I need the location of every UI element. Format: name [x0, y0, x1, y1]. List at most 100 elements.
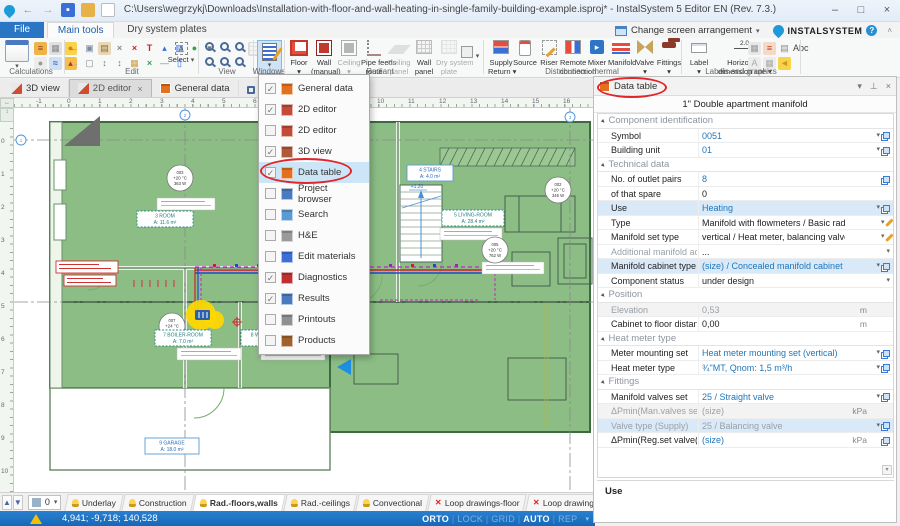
property-row-manifold-set-type[interactable]: Manifold set typevertical / Heat meter, …	[598, 230, 893, 245]
apply-to-many-icon[interactable]	[883, 263, 890, 270]
property-row-elevation[interactable]: Elevation0,53m	[598, 303, 893, 318]
property-value[interactable]: 01	[702, 143, 845, 157]
dropdown-caret-icon[interactable]: ▾	[876, 129, 880, 143]
property-row-additional-manifold-accessori[interactable]: Additional manifold accessori...▾	[598, 245, 893, 260]
property-row-manifold-cabinet-type[interactable]: Manifold cabinet type(size) / Concealed …	[598, 259, 893, 274]
edit-pencil-icon[interactable]	[885, 233, 893, 241]
property-value[interactable]: 0,53	[702, 303, 845, 317]
dropdown-caret-icon[interactable]: ▾	[876, 143, 880, 157]
property-row-valve-type-supply-[interactable]: Valve type (Supply)25 / Balancing valve▾	[598, 419, 893, 434]
checkbox-unchecked[interactable]	[265, 209, 276, 220]
checkbox-checked[interactable]: ✓	[265, 167, 276, 178]
apply-to-many-icon[interactable]	[883, 393, 890, 400]
dropdown-caret-icon[interactable]: ▾	[876, 361, 880, 375]
clone-icon[interactable]: ▢	[83, 57, 96, 70]
dropdown-caret-icon[interactable]: ▾	[881, 216, 885, 230]
menu-item-2d-editor[interactable]: ✓2D editor	[259, 99, 369, 120]
dropdown-caret-icon[interactable]: ▾	[881, 230, 885, 244]
apply-to-many-icon[interactable]	[883, 350, 890, 357]
text-block-icon[interactable]: ▤	[778, 42, 791, 55]
property-row-meter-mounting-set[interactable]: Meter mounting setHeat meter mounting se…	[598, 346, 893, 361]
checkbox-checked[interactable]: ✓	[265, 146, 276, 157]
radiant-more-button[interactable]: ▾	[461, 46, 479, 61]
layer-tab-convectional[interactable]: Convectional	[355, 494, 430, 511]
tab-file[interactable]: File	[0, 22, 44, 38]
checkbox-unchecked[interactable]	[265, 314, 276, 325]
checkbox-checked[interactable]: ✓	[265, 104, 276, 115]
distribution-valve-button[interactable]: Valve▾	[632, 40, 658, 76]
edit-pencil-icon[interactable]	[885, 218, 893, 226]
apply-to-many-icon[interactable]	[883, 364, 890, 371]
calculations-button[interactable]: ▾	[5, 40, 29, 70]
toggle-grid[interactable]: GRID	[491, 514, 515, 524]
legend-icon[interactable]: ≡	[763, 42, 776, 55]
toggle-lock[interactable]: LOCK	[457, 514, 483, 524]
checkbox-checked[interactable]: ✓	[265, 293, 276, 304]
collapse-ribbon-icon[interactable]: ˄	[887, 26, 892, 35]
property-value[interactable]: Heating	[702, 201, 845, 215]
close-tab-icon[interactable]: ×	[137, 84, 142, 94]
property-value[interactable]: ...	[702, 245, 845, 259]
cut-icon[interactable]: ×	[113, 42, 126, 55]
property-value[interactable]: Heat meter mounting set (vertical)	[702, 346, 845, 360]
paste-icon[interactable]: ▤	[98, 42, 111, 55]
property-value[interactable]: 0,00	[702, 317, 845, 331]
dropdown-caret-icon[interactable]: ▾	[876, 259, 880, 273]
property-value[interactable]: 0	[702, 187, 845, 201]
apply-to-many-icon[interactable]	[883, 132, 890, 139]
help-icon[interactable]: ?	[866, 25, 877, 36]
remove-aux-icon[interactable]: ×	[143, 57, 156, 70]
checkbox-unchecked[interactable]	[265, 230, 276, 241]
property-row-cabinet-to-floor-distance[interactable]: Cabinet to floor distance0,00m	[598, 317, 893, 332]
menu-item-results[interactable]: ✓Results	[259, 288, 369, 309]
property-value[interactable]: under design	[702, 274, 845, 288]
distribution-fittings-button[interactable]: Fittings▾	[656, 40, 682, 76]
select-button[interactable]: A Select ▾	[166, 40, 196, 74]
property-value[interactable]: 25 / Straight valve	[702, 390, 845, 404]
dropdown-caret-icon[interactable]: ▾	[876, 201, 880, 215]
section-technical-data[interactable]: ▸Technical data	[598, 158, 893, 173]
image-icon[interactable]: ▦	[748, 42, 761, 55]
layer-tab-loop-drawings-floor[interactable]: ✕Loop drawings-floor	[428, 494, 528, 511]
apply-to-many-icon[interactable]	[883, 176, 890, 183]
layer-tab-underlay[interactable]: Underlay	[65, 494, 125, 511]
property-row--pmin-reg-set-valve-supply-[interactable]: ΔPmin(Reg.set valve(supply))(size)kPa	[598, 433, 893, 448]
section-component-identification[interactable]: ▸Component identification	[598, 114, 893, 129]
zoom-in-icon[interactable]	[203, 42, 216, 55]
toggle-orto[interactable]: ORTO	[422, 514, 449, 524]
maximize-button[interactable]: □	[848, 0, 874, 20]
checkbox-unchecked[interactable]	[265, 335, 276, 346]
toggle-auto[interactable]: AUTO	[523, 514, 550, 524]
property-row-symbol[interactable]: Symbol0051▾	[598, 129, 893, 144]
tab-dry-system-plates[interactable]: Dry system plates	[117, 22, 216, 38]
minimize-button[interactable]: –	[822, 0, 848, 20]
change-screen-arrangement[interactable]: Change screen arrangement ▾ INSTALSYSTEM…	[615, 23, 892, 38]
property-value[interactable]: 0051	[702, 129, 845, 143]
layer-tab-rad-floors-walls[interactable]: Rad.-floors,walls	[192, 494, 286, 511]
panel-menu-icon[interactable]: ▾	[857, 81, 862, 92]
distribution-source-button[interactable]: Source	[512, 40, 538, 76]
dropdown-caret-icon[interactable]: ▾	[886, 274, 890, 288]
apply-to-many-icon[interactable]	[883, 205, 890, 212]
format-icon[interactable]: T	[143, 42, 156, 55]
menu-item-data-table[interactable]: ✓Data table	[259, 162, 369, 183]
property-value[interactable]: ¾"MT, Qnom: 1,5 m³/h	[702, 361, 845, 375]
property-row-no-of-outlet-pairs[interactable]: No. of outlet pairs8	[598, 172, 893, 187]
node-up-icon[interactable]: ↕	[98, 57, 111, 70]
radiant-wall-button[interactable]: Wall(manual)	[311, 40, 337, 76]
zoom-out-icon[interactable]	[218, 42, 231, 55]
close-icon[interactable]: ×	[886, 81, 891, 92]
menu-item-printouts[interactable]: Printouts	[259, 309, 369, 330]
property-row-manifold-valves-set[interactable]: Manifold valves set25 / Straight valve▾	[598, 390, 893, 405]
checkbox-unchecked[interactable]	[265, 188, 276, 199]
close-button[interactable]: ×	[874, 0, 900, 20]
section-fittings[interactable]: ▸Fittings	[598, 375, 893, 390]
menu-item-diagnostics[interactable]: ✓Diagnostics	[259, 267, 369, 288]
menu-item-3d-view[interactable]: ✓3D view	[259, 141, 369, 162]
section-heat-meter-type[interactable]: ▸Heat meter type	[598, 332, 893, 347]
toggle-rep[interactable]: REP	[558, 514, 577, 524]
dropdown-caret-icon[interactable]: ▾	[876, 390, 880, 404]
menu-item-general-data[interactable]: ✓General data	[259, 78, 369, 99]
doc-tab-2d-editor[interactable]: 2D editor×	[69, 79, 152, 97]
menu-item-edit-materials[interactable]: Edit materials	[259, 246, 369, 267]
